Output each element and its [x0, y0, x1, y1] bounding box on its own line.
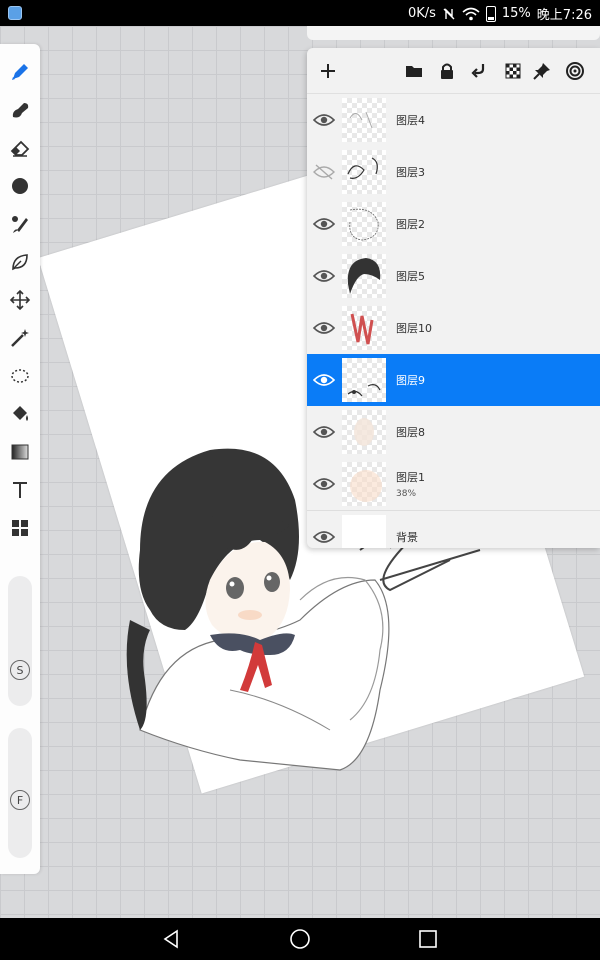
text-icon	[13, 482, 27, 498]
move-icon	[9, 289, 31, 311]
system-nav-bar	[0, 918, 600, 960]
layer-thumbnail	[342, 515, 386, 548]
reference-button[interactable]	[564, 60, 586, 82]
new-folder-button[interactable]	[403, 60, 425, 82]
checkerboard-icon	[505, 63, 521, 79]
eraser-icon	[10, 140, 30, 157]
leaf-icon	[12, 254, 28, 271]
eye-icon[interactable]	[312, 370, 336, 390]
brush-size-slider[interactable]: S	[8, 576, 32, 706]
layer-name: 图层9	[396, 374, 425, 387]
target-icon	[566, 62, 584, 80]
status-bar: 0K/s 15% 晚上7:26	[0, 0, 600, 26]
tool-sidebar: S F	[0, 44, 40, 874]
eye-icon[interactable]	[312, 214, 336, 234]
layer-thumbnail	[342, 410, 386, 454]
folder-icon	[406, 66, 422, 77]
layout-tool-button[interactable]	[6, 514, 34, 542]
nfc-icon	[443, 7, 455, 19]
layer-name: 图层4	[396, 114, 425, 127]
eye-icon[interactable]	[312, 110, 336, 130]
magic-wand-button[interactable]	[6, 324, 34, 352]
layer-name: 图层10	[396, 322, 432, 335]
layer-row[interactable]: 图层2	[307, 198, 600, 250]
flow-slider-knob[interactable]: F	[10, 790, 30, 810]
color-picker-button[interactable]	[6, 172, 34, 200]
gradient-button[interactable]	[6, 438, 34, 466]
layer-thumbnail	[342, 254, 386, 298]
layer-row[interactable]: 图层9	[307, 354, 600, 406]
brush-icon	[12, 216, 28, 233]
pin-icon	[533, 63, 550, 80]
layer-name: 图层1	[396, 471, 425, 484]
merge-down-icon	[471, 64, 485, 78]
layer-row[interactable]: 背景	[307, 510, 600, 548]
layer-thumbnail	[342, 358, 386, 402]
battery-percent: 15%	[501, 6, 531, 21]
transform-tool-button[interactable]	[6, 286, 34, 314]
lasso-icon	[11, 369, 29, 383]
back-icon[interactable]	[160, 928, 182, 950]
layer-thumbnail	[342, 150, 386, 194]
layer-name: 背景	[396, 531, 418, 544]
eye-icon[interactable]	[312, 474, 336, 494]
fill-button[interactable]	[6, 400, 34, 428]
wifi-icon	[462, 7, 480, 20]
layers-panel-header	[307, 48, 600, 94]
text-tool-button[interactable]	[6, 476, 34, 504]
color-circle-icon	[12, 178, 28, 194]
merge-down-button[interactable]	[469, 60, 491, 82]
smudge-tool-button[interactable]	[6, 96, 34, 124]
layer-name: 图层5	[396, 270, 425, 283]
layer-row[interactable]: 图层4	[307, 94, 600, 146]
eraser-tool-button[interactable]	[6, 134, 34, 162]
home-icon[interactable]	[289, 928, 311, 950]
eye-hidden-icon[interactable]	[313, 162, 335, 182]
layer-row[interactable]: 图层10	[307, 302, 600, 354]
brush-tool-button[interactable]	[6, 58, 34, 86]
eye-icon[interactable]	[312, 527, 336, 547]
layer-thumbnail	[342, 462, 386, 506]
add-icon	[321, 64, 335, 78]
lock-icon	[441, 63, 453, 79]
recents-icon[interactable]	[417, 928, 439, 950]
smudge-icon	[12, 103, 29, 118]
network-speed: 0K/s	[407, 6, 436, 21]
lock-layer-button[interactable]	[436, 60, 458, 82]
grid-icon	[12, 520, 28, 536]
app-notification-icon	[8, 6, 22, 20]
brush-flow-slider[interactable]: F	[8, 728, 32, 858]
eye-icon[interactable]	[312, 318, 336, 338]
pin-button[interactable]	[531, 60, 553, 82]
top-menu-strip	[307, 26, 600, 40]
layer-row[interactable]: 图层3	[307, 146, 600, 198]
eye-icon[interactable]	[312, 422, 336, 442]
gradient-icon	[11, 444, 29, 460]
add-layer-button[interactable]	[317, 60, 339, 82]
transparency-button[interactable]	[502, 60, 524, 82]
layer-thumbnail	[342, 306, 386, 350]
layer-name: 图层8	[396, 426, 425, 439]
eye-icon[interactable]	[312, 266, 336, 286]
layer-row[interactable]: 图层5	[307, 250, 600, 302]
pen-icon	[12, 64, 28, 80]
layer-name: 图层2	[396, 218, 425, 231]
battery-icon	[485, 5, 496, 22]
paint-bucket-icon	[13, 406, 28, 421]
layer-thumbnail	[342, 98, 386, 142]
brush-library-button[interactable]	[6, 210, 34, 238]
layer-opacity: 38%	[396, 489, 417, 499]
layers-panel: 图层4 图层3 图层2 图层5 图层10 图层9 图层8 图层1 38% 背景	[307, 48, 600, 548]
layer-row[interactable]: 图层1 38%	[307, 458, 600, 510]
layer-name: 图层3	[396, 166, 425, 179]
liquify-tool-button[interactable]	[6, 248, 34, 276]
size-slider-knob[interactable]: S	[10, 660, 30, 680]
layer-thumbnail	[342, 202, 386, 246]
layer-row[interactable]: 图层8	[307, 406, 600, 458]
lasso-button[interactable]	[6, 362, 34, 390]
magic-wand-icon	[11, 329, 29, 347]
clock: 晚上7:26	[536, 8, 592, 23]
